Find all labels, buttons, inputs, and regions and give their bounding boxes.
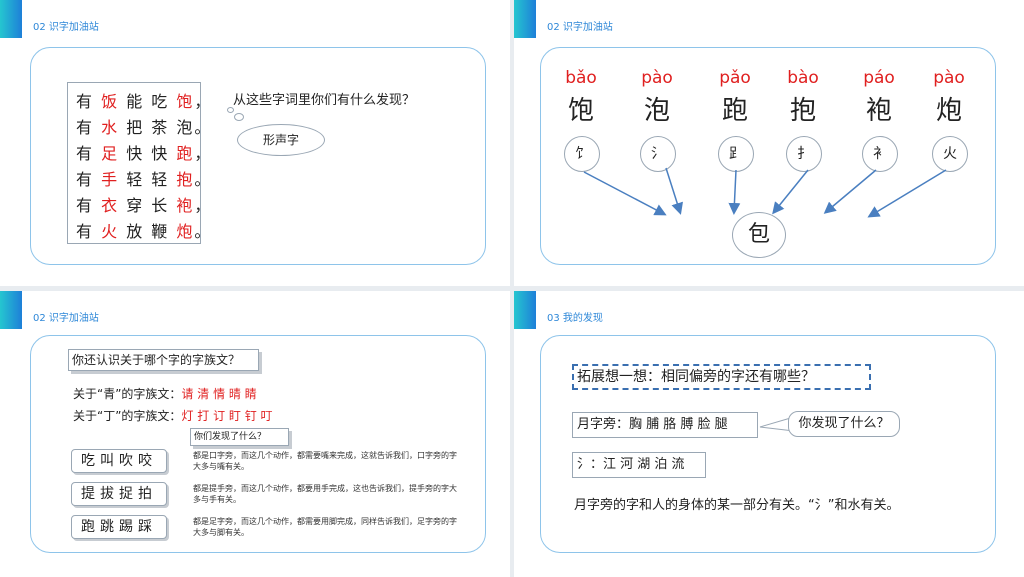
poem-segment: ， <box>194 196 213 215</box>
poem-line: 有 衣 穿 长 袍， <box>76 192 212 216</box>
poem-segment: 有 <box>76 92 102 111</box>
poem-segment: 有 <box>76 222 102 241</box>
poem-segment: 火 <box>101 222 120 241</box>
arrow <box>728 169 741 215</box>
section-label: 03 我的发现 <box>547 313 603 324</box>
poem-segment: 快 快 <box>119 144 177 163</box>
slide-2[interactable]: 02 识字加油站 bǎo 饱饣 pào 泡氵 pǎo 跑 𧾷 bào 抱扌 páo 袍衤 pào 炮火 … <box>514 0 1024 286</box>
ding-line: 关于“丁”的字族文：灯 打 订 盯 钉 叮 <box>73 407 273 424</box>
poem-segment: 手 <box>101 170 120 189</box>
poem-segment: 有 <box>76 144 102 163</box>
poem-segment: 穿 长 <box>119 196 177 215</box>
poem-segment: 有 <box>76 170 102 189</box>
cloud-label: 形声字 <box>262 133 299 147</box>
yue-box: 月字旁：胸 脯 胳 膊 脸 腿 <box>572 412 758 438</box>
thought-cloud: 形声字 <box>237 124 325 156</box>
poem-line: 有 手 轻 轻 抱。 <box>76 166 212 190</box>
qing-line: 关于“青”的字族文：请 清 情 晴 睛 <box>73 385 257 402</box>
poem-line: 有 火 放 鞭 炮。 <box>76 218 212 242</box>
arrow <box>583 171 667 216</box>
water-text: 氵：江 河 湖 泊 流 <box>577 457 685 472</box>
group-description: 都是提手旁，而这几个动作，都要用手完成，这也告诉我们，提手旁的字大多与手有关。 <box>193 484 457 504</box>
accent-bar <box>514 291 536 329</box>
poem-line: 有 足 快 快 跑， <box>76 140 212 164</box>
center-char: 包 <box>747 222 770 247</box>
poem-segment: 袍 <box>176 196 195 215</box>
section-label: 02 识字加油站 <box>33 22 99 33</box>
poem-segment: 跑 <box>176 144 195 163</box>
bubble-text: 你发现了什么？ <box>798 416 890 431</box>
ding-words: 灯 打 订 盯 钉 叮 <box>181 409 273 423</box>
slide-4[interactable]: 03 我的发现 拓展想一想：相同偏旁的字还有哪些？ 月字旁：胸 脯 胳 膊 脸 … <box>514 291 1024 577</box>
group-description: 都是口字旁，而这几个动作，都需要嘴来完成，这就告诉我们，口字旁的字大多与嘴有关。 <box>193 451 457 471</box>
poem-segment: 饭 <box>101 92 120 111</box>
poem-segment: 抱 <box>176 170 195 189</box>
thought-dot <box>227 107 234 113</box>
poem-segment: ， <box>194 144 213 163</box>
char-group-box: 提拔捉拍 <box>71 482 167 506</box>
question-text: 从这些字词里你们有什么发现？ <box>233 93 416 108</box>
slide-3[interactable]: 02 识字加油站 你还认识关于哪个字的字族文？ 关于“青”的字族文：请 清 情 … <box>0 291 510 577</box>
heading-text: 你还认识关于哪个字的字族文？ <box>72 353 241 367</box>
qing-label: 关于“青”的字族文： <box>73 387 182 401</box>
arrow <box>772 169 809 215</box>
poem-segment: 炮 <box>176 222 195 241</box>
poem-segment: 饱 <box>176 92 195 111</box>
poem-segment: ， <box>194 92 213 111</box>
center-cloud: 包 <box>732 212 786 258</box>
water-box: 氵：江 河 湖 泊 流 <box>572 452 706 478</box>
arrow <box>823 169 877 214</box>
conclusion-text: 月字旁的字和人的身体的某一部分有关。“氵”和水有关。 <box>574 498 900 513</box>
poem-segment: 轻 轻 <box>119 170 177 189</box>
heading-box: 你还认识关于哪个字的字族文？ <box>68 349 259 371</box>
poem-segment: 放 鞭 <box>119 222 177 241</box>
poem-segment: 。 <box>194 170 213 189</box>
poem-segment: 有 <box>76 196 102 215</box>
char-group-box: 跑跳踢踩 <box>71 515 167 539</box>
accent-bar <box>0 291 22 329</box>
heading-text: 拓展想一想：相同偏旁的字还有哪些？ <box>577 369 815 385</box>
found-box: 你们发现了什么？ <box>190 428 289 446</box>
heading-box: 拓展想一想：相同偏旁的字还有哪些？ <box>572 364 871 390</box>
found-text: 你们发现了什么？ <box>194 432 267 442</box>
poem-box: 有 饭 能 吃 饱，有 水 把 茶 泡。有 足 快 快 跑，有 手 轻 轻 抱。… <box>67 82 210 244</box>
char-group-box: 吃叫吹咬 <box>71 449 167 473</box>
poem-line: 有 饭 能 吃 饱， <box>76 88 212 112</box>
poem-segment: 有 <box>76 118 102 137</box>
poem-segment: 衣 <box>101 196 120 215</box>
ding-label: 关于“丁”的字族文： <box>73 409 182 423</box>
arrow <box>867 169 947 218</box>
poem-segment: 能 吃 <box>119 92 177 111</box>
poem-segment: 把 茶 泡。 <box>119 118 213 137</box>
yue-text: 月字旁：胸 脯 胳 膊 脸 腿 <box>577 417 728 432</box>
poem-segment: 足 <box>101 144 120 163</box>
accent-bar <box>0 0 22 38</box>
thought-dot <box>234 113 244 121</box>
group-description: 都是足字旁，而这几个动作，都需要用脚完成，同样告诉我们，足字旁的字大多与脚有关。 <box>193 517 457 537</box>
poem-line: 有 水 把 茶 泡。 <box>76 114 212 138</box>
qing-words: 请 清 情 晴 睛 <box>181 387 257 401</box>
poem-segment: 。 <box>194 222 213 241</box>
slide-1[interactable]: 02 识字加油站 有 饭 能 吃 饱，有 水 把 茶 泡。有 足 快 快 跑，有… <box>0 0 510 286</box>
bubble-box: 你发现了什么？ <box>788 411 900 437</box>
poem-segment: 水 <box>101 118 120 137</box>
section-label: 02 识字加油站 <box>33 313 99 324</box>
arrow <box>665 167 683 215</box>
